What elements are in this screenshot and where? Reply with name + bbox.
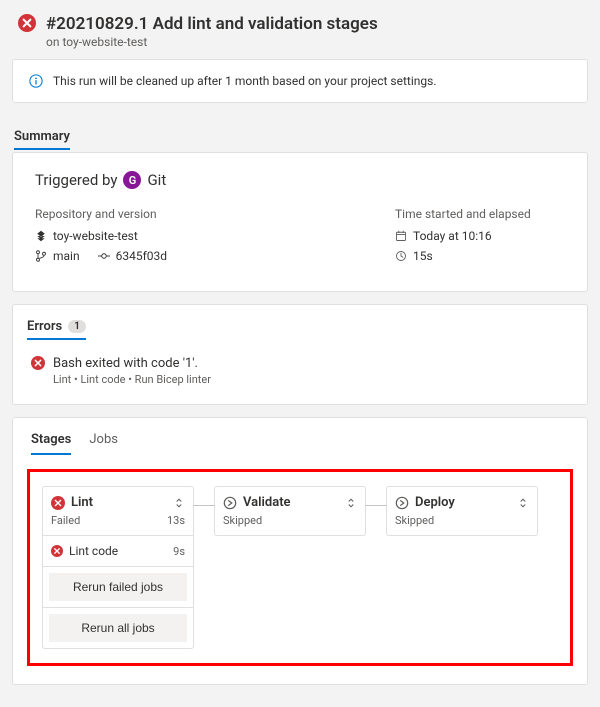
run-header: #20210829.1 Add lint and validation stag… xyxy=(0,0,600,59)
job-duration: 9s xyxy=(173,545,185,558)
branch-link[interactable]: main xyxy=(53,249,80,263)
clock-icon xyxy=(395,250,407,262)
job-row[interactable]: Lint code 9s xyxy=(43,535,193,566)
triggered-name[interactable]: Git xyxy=(147,171,166,189)
stage-status: Skipped xyxy=(395,514,434,527)
stage-validate[interactable]: Validate Skipped xyxy=(214,486,366,536)
avatar: G xyxy=(123,171,141,189)
calendar-icon xyxy=(395,230,407,242)
commit-link[interactable]: 6345f03d xyxy=(116,249,167,263)
stage-deploy[interactable]: Deploy Skipped xyxy=(386,486,538,536)
expand-icon[interactable] xyxy=(345,497,357,509)
stage-title: Lint xyxy=(71,495,167,510)
error-icon xyxy=(31,356,45,370)
expand-icon[interactable] xyxy=(173,497,185,509)
errors-heading: Errors xyxy=(27,319,62,334)
skipped-icon xyxy=(395,496,409,510)
failed-icon xyxy=(18,14,36,32)
summary-section: Summary Triggered by G Git Repository an… xyxy=(0,115,600,292)
repo-link[interactable]: toy-website-test xyxy=(35,229,167,243)
stage-lint[interactable]: Lint Failed 13s Lint code 9s Rerun faile… xyxy=(42,486,194,649)
error-breadcrumb: Lint • Lint code • Run Bicep linter xyxy=(53,373,211,386)
rerun-all-button[interactable]: Rerun all jobs xyxy=(49,614,187,642)
triggered-label: Triggered by xyxy=(35,171,117,189)
tab-jobs[interactable]: Jobs xyxy=(89,432,118,455)
errors-count: 1 xyxy=(68,320,86,333)
started-time: Today at 10:16 xyxy=(413,229,492,243)
error-message[interactable]: Bash exited with code '1'. xyxy=(53,356,211,371)
stage-title: Validate xyxy=(243,495,339,510)
repo-label: Repository and version xyxy=(35,207,167,221)
stages-section: Stages Jobs Lint Failed 13s xyxy=(12,417,588,685)
stage-duration: 13s xyxy=(167,514,185,527)
repo-icon xyxy=(35,230,47,242)
retention-text: This run will be cleaned up after 1 mont… xyxy=(53,74,436,88)
stage-status: Skipped xyxy=(223,514,262,527)
failed-icon xyxy=(51,496,65,510)
info-icon xyxy=(29,74,43,88)
tab-stages[interactable]: Stages xyxy=(31,432,71,455)
retention-banner: This run will be cleaned up after 1 mont… xyxy=(12,59,588,103)
elapsed-time: 15s xyxy=(413,249,433,263)
stage-title: Deploy xyxy=(415,495,511,510)
run-subtitle: on toy-website-test xyxy=(46,35,582,49)
stage-status: Failed xyxy=(51,514,80,527)
skipped-icon xyxy=(223,496,237,510)
branch-icon xyxy=(35,250,47,262)
commit-icon xyxy=(98,250,110,262)
job-name: Lint code xyxy=(69,544,118,558)
summary-heading: Summary xyxy=(14,129,70,150)
triggered-by: Triggered by G Git xyxy=(35,171,565,189)
failed-icon xyxy=(51,545,63,557)
errors-section: Errors 1 Bash exited with code '1'. Lint… xyxy=(12,304,588,405)
time-label: Time started and elapsed xyxy=(395,207,565,221)
stages-graph: Lint Failed 13s Lint code 9s Rerun faile… xyxy=(27,469,573,666)
run-title: #20210829.1 Add lint and validation stag… xyxy=(46,14,582,34)
rerun-failed-button[interactable]: Rerun failed jobs xyxy=(49,573,187,601)
expand-icon[interactable] xyxy=(517,497,529,509)
